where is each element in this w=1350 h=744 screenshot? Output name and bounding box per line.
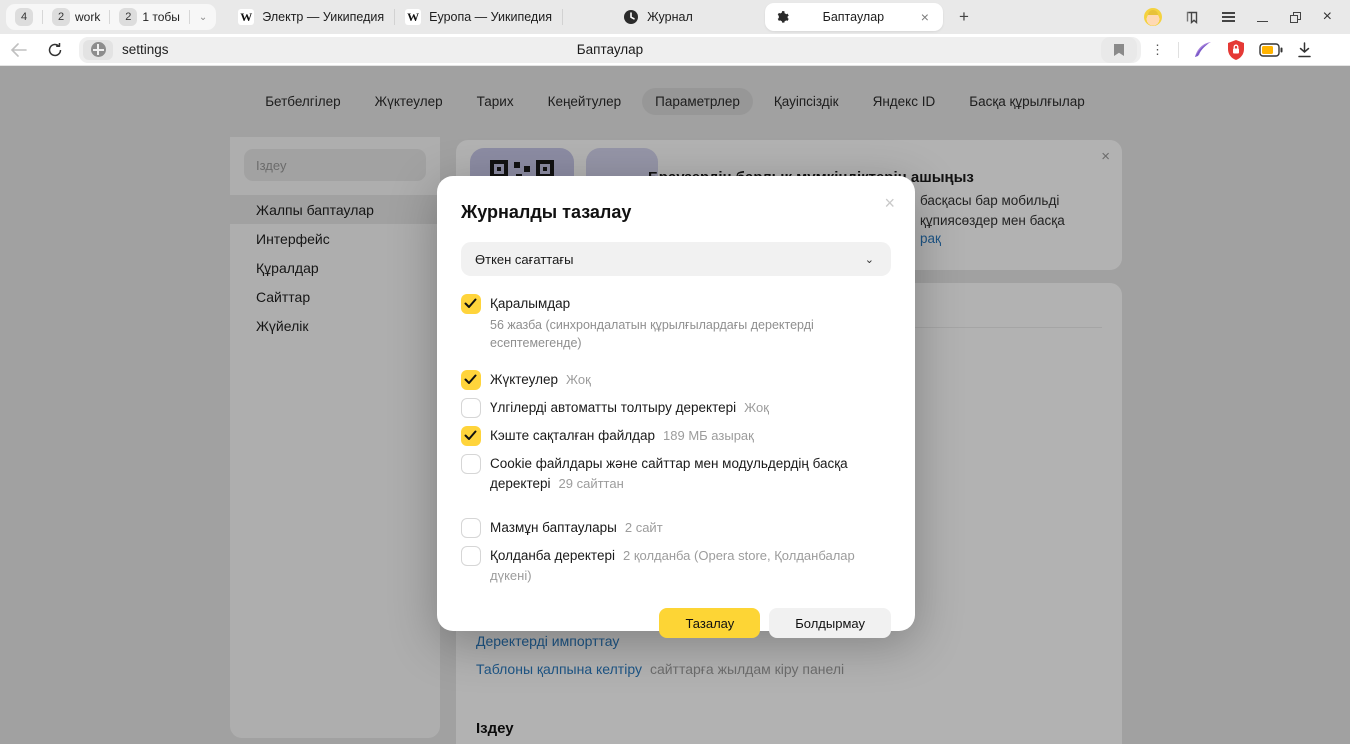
- tab-group-count: 4: [15, 8, 33, 26]
- checkbox-label: Үлгілерді автоматты толтыру деректеріЖоқ: [490, 398, 769, 418]
- menu-icon[interactable]: [1222, 12, 1235, 22]
- close-window-button[interactable]: ×: [1323, 8, 1332, 26]
- tab-group-count: 2: [52, 8, 70, 26]
- bookmark-icon: [1113, 43, 1125, 57]
- tab-group-label: 1 тобы: [142, 10, 180, 24]
- site-favicon-chip: [83, 40, 113, 60]
- url-text: settings: [122, 42, 169, 57]
- address-bar[interactable]: settings Баптаулар: [79, 37, 1141, 63]
- checkbox-meta: Жоқ: [744, 400, 769, 415]
- battery-icon[interactable]: [1259, 43, 1283, 57]
- divider: [1178, 42, 1179, 58]
- tab-group-label: work: [75, 10, 100, 24]
- wikipedia-icon: W: [405, 9, 421, 25]
- checkbox-row-content-settings[interactable]: Мазмұн баптаулары2 сайт: [461, 518, 891, 538]
- tab-wikipedia-europa[interactable]: W Еуропа — Уикипедия: [395, 3, 562, 31]
- checkbox-row-cache[interactable]: Кэште сақталған файлдар189 МБ азырақ: [461, 426, 891, 446]
- protect-shield-icon[interactable]: [1227, 40, 1245, 60]
- checkbox-unchecked[interactable]: [461, 398, 481, 418]
- tab-title: Еуропа — Уикипедия: [429, 10, 552, 24]
- chevron-down-icon: ⌄: [862, 253, 877, 266]
- checkbox-meta: 189 МБ азырақ: [663, 428, 754, 443]
- yandex-browser-icon: [91, 42, 106, 57]
- tab-group-work[interactable]: 2 work: [49, 8, 103, 26]
- toolbar-extensions: ⋮: [1151, 40, 1312, 60]
- checkbox-label: Қолданба деректері2 қолданба (Opera stor…: [490, 546, 882, 586]
- checkbox-meta: 2 сайт: [625, 520, 663, 535]
- checkbox-row-autofill[interactable]: Үлгілерді автоматты толтыру деректеріЖоқ: [461, 398, 891, 418]
- clock-icon: [623, 9, 639, 25]
- checkbox-checked[interactable]: [461, 370, 481, 390]
- panels-icon[interactable]: [1184, 9, 1200, 25]
- checkbox-unchecked[interactable]: [461, 518, 481, 538]
- checkbox-label: Cookie файлдары және сайттар мен модульд…: [490, 454, 882, 494]
- quill-extension-icon[interactable]: [1193, 41, 1213, 59]
- checkbox-label: Қаралымдар: [490, 294, 570, 314]
- close-icon[interactable]: ×: [917, 8, 933, 26]
- gear-icon: [775, 10, 790, 25]
- checkbox-subtext: 56 жазба (синхрондалатын құрылғылардағы …: [490, 316, 891, 352]
- clear-history-dialog: Журналды тазалау × Өткен сағаттағы ⌄ Қар…: [437, 176, 915, 631]
- page-title: Баптаулар: [79, 42, 1141, 57]
- checkbox-unchecked[interactable]: [461, 546, 481, 566]
- tab-history[interactable]: Журнал: [563, 3, 753, 31]
- checkbox-row-cookies[interactable]: Cookie файлдары және сайттар мен модульд…: [461, 454, 891, 494]
- tab-wikipedia-electr[interactable]: W Электр — Уикипедия: [228, 3, 394, 31]
- clear-button[interactable]: Тазалау: [659, 608, 760, 638]
- new-tab-button[interactable]: +: [953, 7, 975, 27]
- divider: [109, 10, 110, 24]
- close-icon[interactable]: ×: [880, 190, 899, 216]
- tabbar-right-controls: ×: [1144, 8, 1350, 26]
- tab-bar: 4 2 work 2 1 тобы ⌄ W Электр — Уикипедия…: [0, 0, 1350, 34]
- time-range-value: Өткен сағаттағы: [475, 252, 573, 267]
- tab-group-count: 2: [119, 8, 137, 26]
- checkbox-unchecked[interactable]: [461, 454, 481, 474]
- minimize-button[interactable]: [1257, 13, 1268, 22]
- restore-button[interactable]: [1290, 12, 1301, 23]
- more-icon[interactable]: ⋮: [1151, 43, 1164, 56]
- checkbox-label: Кэште сақталған файлдар189 МБ азырақ: [490, 426, 754, 446]
- time-range-select[interactable]: Өткен сағаттағы ⌄: [461, 242, 891, 276]
- tab-group-toby[interactable]: 2 1 тобы: [116, 8, 183, 26]
- tab-title: Электр — Уикипедия: [262, 10, 384, 24]
- checkbox-checked[interactable]: [461, 426, 481, 446]
- tab-title: Баптаулар: [823, 10, 885, 24]
- divider: [189, 10, 190, 24]
- address-toolbar: settings Баптаулар ⋮: [0, 34, 1350, 66]
- checkbox-row-views[interactable]: Қаралымдар: [461, 294, 891, 314]
- tab-groups[interactable]: 4 2 work 2 1 тобы ⌄: [6, 4, 216, 30]
- checkbox-meta: 29 сайттан: [559, 476, 624, 491]
- bookmark-pill[interactable]: [1101, 37, 1137, 63]
- download-icon[interactable]: [1297, 42, 1312, 58]
- browser-window: 4 2 work 2 1 тобы ⌄ W Электр — Уикипедия…: [0, 0, 1350, 744]
- reload-icon[interactable]: [37, 42, 73, 58]
- tab-settings-active[interactable]: Баптаулар ×: [765, 3, 943, 31]
- checkbox-label: Мазмұн баптаулары2 сайт: [490, 518, 663, 538]
- checkbox-row-app-data[interactable]: Қолданба деректері2 қолданба (Opera stor…: [461, 546, 891, 586]
- dialog-title: Журналды тазалау: [461, 200, 891, 224]
- tab-title: Журнал: [647, 10, 693, 24]
- avatar[interactable]: [1144, 8, 1162, 26]
- checkbox-checked[interactable]: [461, 294, 481, 314]
- wikipedia-icon: W: [238, 9, 254, 25]
- divider: [42, 10, 43, 24]
- checkbox-meta: Жоқ: [566, 372, 591, 387]
- back-icon[interactable]: [0, 43, 37, 57]
- checkbox-label: ЖүктеулерЖоқ: [490, 370, 591, 390]
- tab-group-4[interactable]: 4: [12, 8, 36, 26]
- chevron-down-icon[interactable]: ⌄: [196, 12, 210, 23]
- cancel-button[interactable]: Болдырмау: [769, 608, 891, 638]
- checkbox-row-downloads[interactable]: ЖүктеулерЖоқ: [461, 370, 891, 390]
